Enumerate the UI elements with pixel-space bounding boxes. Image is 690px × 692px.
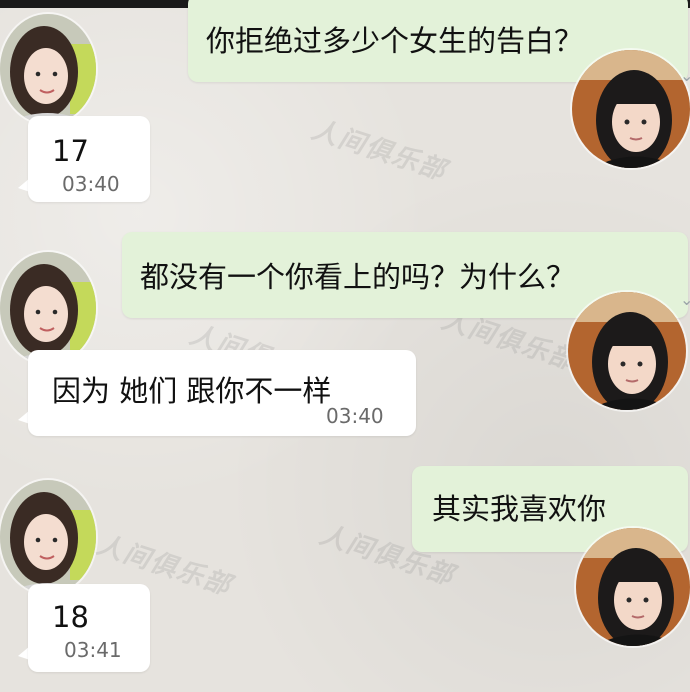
woman-avatar-icon[interactable]	[0, 14, 96, 124]
message-text: 都没有一个你看上的吗？为什么？	[140, 260, 576, 294]
message-text: 18	[52, 600, 89, 634]
avatar-image	[0, 252, 96, 364]
message-timestamp: 03:40	[62, 172, 120, 196]
woman-avatar-icon[interactable]	[0, 252, 96, 364]
avatar-image	[568, 292, 686, 410]
woman-avatar-icon[interactable]	[0, 480, 96, 594]
girl-avatar-icon[interactable]	[576, 528, 690, 646]
avatar-image	[0, 14, 96, 124]
message-text: 因为 她们 跟你不一样	[52, 374, 332, 408]
girl-avatar-icon[interactable]	[572, 50, 690, 168]
chevron-down-icon: ⌄	[680, 290, 690, 309]
avatar-image	[576, 528, 690, 646]
message-timestamp: 03:41	[64, 638, 122, 662]
message-timestamp: 03:40	[326, 404, 384, 428]
message-text: 17	[52, 134, 89, 168]
girl-avatar-icon[interactable]	[568, 292, 686, 410]
message-text: 其实我喜欢你	[432, 492, 607, 526]
message-text: 你拒绝过多少个女生的告白？	[206, 24, 584, 58]
avatar-image	[572, 50, 690, 168]
avatar-image	[0, 480, 96, 594]
